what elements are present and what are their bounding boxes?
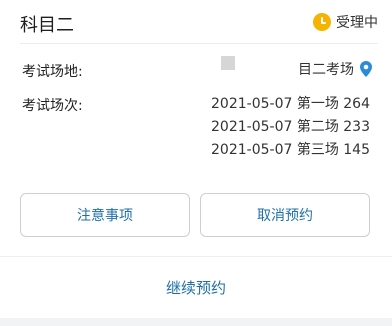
cancel-appointment-button[interactable]: 取消预约	[200, 193, 370, 237]
session-list: 2021-05-07 第一场 264 2021-05-07 第二场 233 20…	[211, 93, 370, 162]
venue-label: 考试场地:	[22, 64, 83, 80]
status-text: 受理中	[336, 15, 378, 31]
session-item: 2021-05-07 第二场 233	[211, 119, 370, 135]
clock-icon	[313, 13, 331, 31]
venue-name: 目二考场	[298, 62, 354, 78]
appointment-card: 科目二 受理中 考试场地: 目二考场 考试场次: 2021-05-07 第一场 …	[0, 0, 392, 256]
session-label: 考试场次:	[22, 98, 83, 114]
redacted-block	[221, 56, 235, 70]
notice-button[interactable]: 注意事项	[20, 193, 190, 237]
status-badge: 受理中	[313, 11, 378, 33]
card-header: 科目二 受理中	[20, 0, 378, 44]
session-item: 2021-05-07 第一场 264	[211, 96, 370, 112]
session-item: 2021-05-07 第三场 145	[211, 142, 370, 158]
continue-appointment-button[interactable]: 继续预约	[0, 256, 392, 318]
subject-title: 科目二	[20, 15, 74, 36]
venue-value[interactable]: 目二考场	[298, 59, 372, 79]
location-pin-icon[interactable]	[360, 61, 372, 77]
